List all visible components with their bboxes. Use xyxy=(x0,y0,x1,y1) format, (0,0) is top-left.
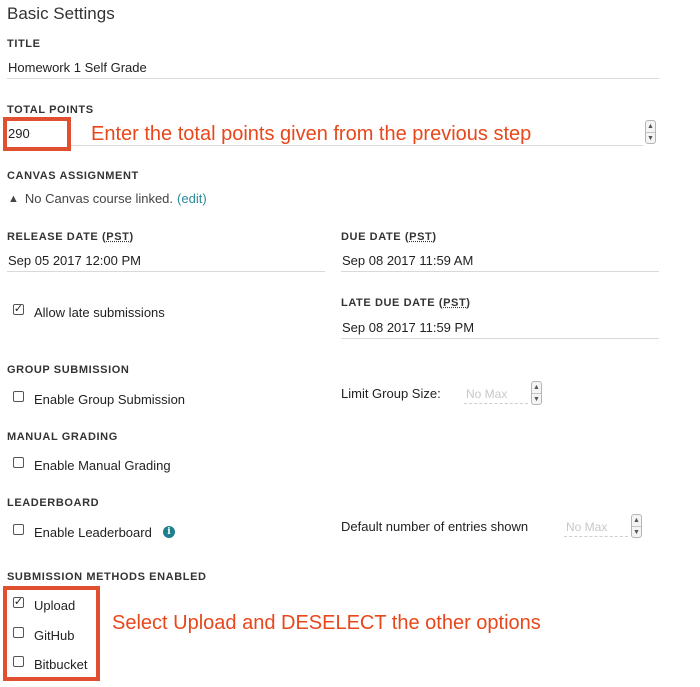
due-date-label: DUE DATE (PST) xyxy=(341,231,437,243)
manual-grading-checkbox[interactable] xyxy=(13,457,24,468)
bitbucket-label: Bitbucket xyxy=(34,657,88,672)
limit-group-size-underline xyxy=(464,403,528,404)
manual-grading-label: Enable Manual Grading xyxy=(34,458,171,473)
limit-group-size-label: Limit Group Size: xyxy=(341,386,441,401)
title-input[interactable]: Homework 1 Self Grade xyxy=(8,60,147,75)
due-date-input[interactable]: Sep 08 2017 11:59 AM xyxy=(342,253,473,268)
leaderboard-entries-underline xyxy=(564,536,628,537)
upload-label: Upload xyxy=(34,598,76,613)
github-label: GitHub xyxy=(34,628,75,643)
leaderboard-checkbox[interactable] xyxy=(13,524,24,535)
group-submission-heading: GROUP SUBMISSION xyxy=(7,364,130,376)
allow-late-label: Allow late submissions xyxy=(34,305,165,320)
title-label: TITLE xyxy=(7,38,41,50)
leaderboard-label: Enable Leaderboard xyxy=(34,525,152,540)
leaderboard-entries-stepper[interactable]: ▲ ▼ xyxy=(631,514,642,538)
late-due-date-label: LATE DUE DATE (PST) xyxy=(341,297,471,309)
canvas-edit-link[interactable]: (edit) xyxy=(177,191,207,206)
release-date-underline xyxy=(7,271,325,272)
allow-late-checkbox[interactable]: ✓ xyxy=(13,304,24,315)
manual-grading-heading: MANUAL GRADING xyxy=(7,431,118,443)
info-icon[interactable]: i xyxy=(163,526,175,538)
release-date-input[interactable]: Sep 05 2017 12:00 PM xyxy=(8,253,141,268)
group-submission-label: Enable Group Submission xyxy=(34,392,186,407)
leaderboard-entries-input[interactable]: No Max xyxy=(566,520,607,534)
release-date-label: RELEASE DATE (PST) xyxy=(7,231,134,243)
chevron-down-icon[interactable]: ▼ xyxy=(632,526,641,538)
upload-checkbox[interactable]: ✓ xyxy=(13,597,24,608)
leaderboard-entries-label: Default number of entries shown xyxy=(341,519,529,534)
chevron-up-icon[interactable]: ▲ xyxy=(646,121,655,132)
chevron-down-icon[interactable]: ▼ xyxy=(646,132,655,144)
late-due-date-tz: PST xyxy=(443,297,467,309)
chevron-down-icon[interactable]: ▼ xyxy=(532,393,541,405)
group-size-stepper[interactable]: ▲ ▼ xyxy=(531,381,542,405)
section-title: Basic Settings xyxy=(7,4,115,23)
submission-methods-heading: SUBMISSION METHODS ENABLED xyxy=(7,571,207,583)
total-points-label: TOTAL POINTS xyxy=(7,104,94,116)
bitbucket-checkbox[interactable] xyxy=(13,656,24,667)
total-points-stepper[interactable]: ▲ ▼ xyxy=(645,120,656,144)
warning-icon: ▲ xyxy=(8,192,19,205)
github-checkbox[interactable] xyxy=(13,627,24,638)
due-date-tz: PST xyxy=(409,231,433,243)
late-due-date-input[interactable]: Sep 08 2017 11:59 PM xyxy=(342,320,474,335)
chevron-up-icon[interactable]: ▲ xyxy=(532,382,541,393)
group-submission-checkbox[interactable] xyxy=(13,391,24,402)
title-input-underline xyxy=(7,78,659,79)
due-date-underline xyxy=(341,271,659,272)
canvas-status: ▲ No Canvas course linked. (edit) xyxy=(8,191,207,206)
canvas-status-text: No Canvas course linked. xyxy=(24,191,174,206)
leaderboard-heading: LEADERBOARD xyxy=(7,497,100,509)
limit-group-size-input[interactable]: No Max xyxy=(466,387,507,401)
total-points-input[interactable]: 290 xyxy=(8,126,30,141)
canvas-assignment-label: CANVAS ASSIGNMENT xyxy=(7,170,139,182)
points-instruction-annotation: Enter the total points given from the pr… xyxy=(91,123,532,145)
methods-instruction-annotation: Select Upload and DESELECT the other opt… xyxy=(112,612,541,634)
release-date-tz: PST xyxy=(106,231,130,243)
late-due-date-underline xyxy=(341,338,659,339)
chevron-up-icon[interactable]: ▲ xyxy=(632,515,641,526)
